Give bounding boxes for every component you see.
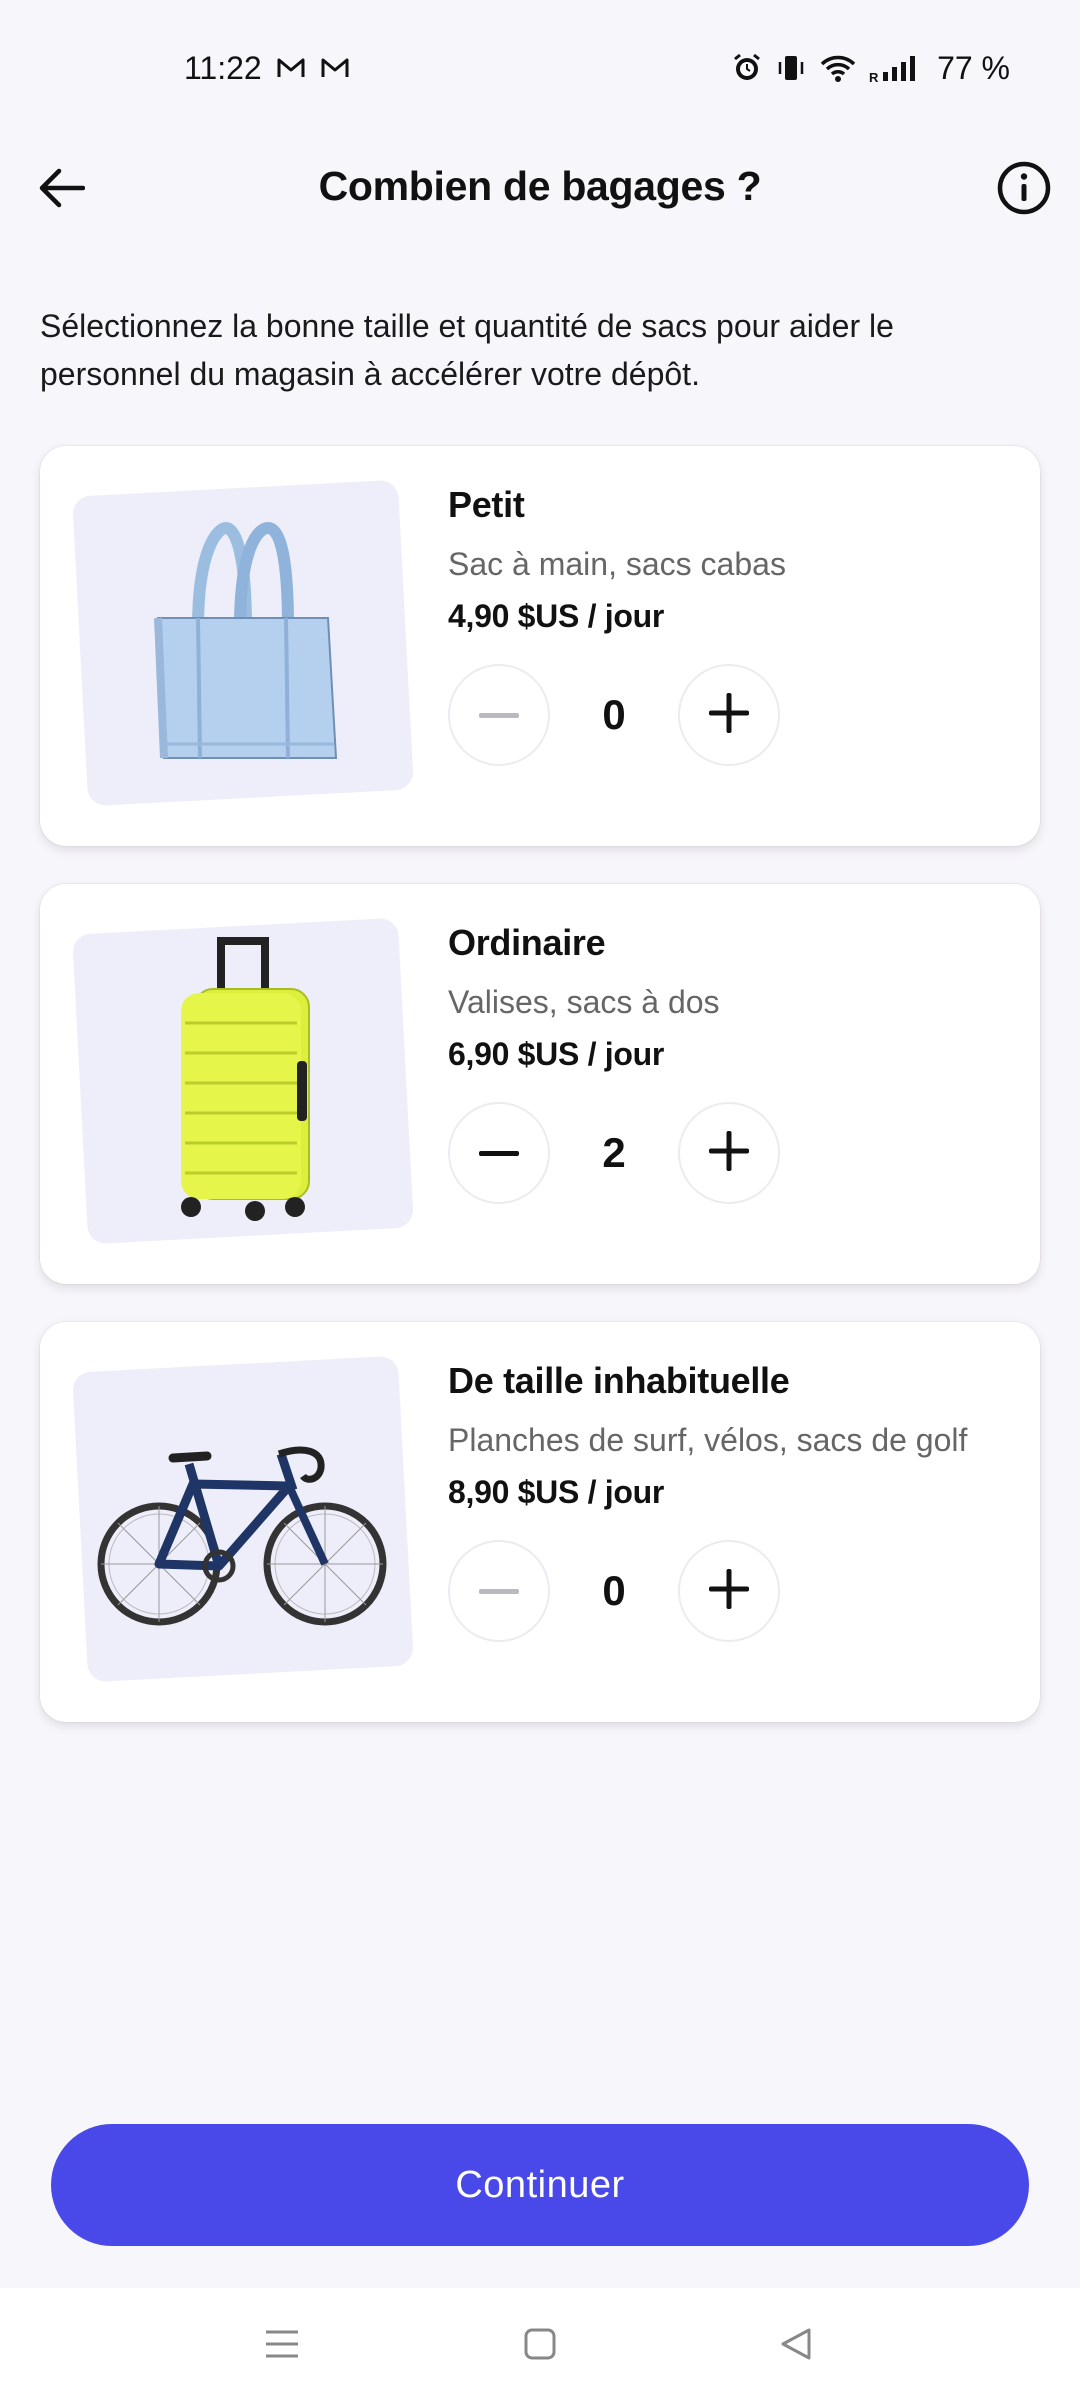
bicycle-image — [72, 1355, 414, 1683]
plus-icon — [709, 692, 749, 738]
luggage-title: De taille inhabituelle — [448, 1360, 790, 1401]
triangle-back-icon — [779, 2327, 813, 2366]
vibrate-icon — [775, 52, 807, 84]
page-title: Combien de bagages ? — [318, 162, 762, 209]
arrow-left-icon — [39, 168, 86, 213]
system-back-button[interactable] — [766, 2316, 826, 2376]
gmail-icon — [276, 56, 306, 80]
luggage-title: Petit — [448, 484, 525, 525]
info-icon — [997, 161, 1051, 220]
app-bar: Combien de bagages ? — [0, 136, 1080, 236]
quantity-value: 2 — [602, 1129, 626, 1176]
status-bar: 11:22 R 77 % — [0, 0, 1080, 136]
quantity-value: 0 — [602, 691, 626, 738]
luggage-title: Ordinaire — [448, 922, 606, 963]
plus-icon — [709, 1568, 749, 1614]
luggage-card-small: Petit Sac à main, sacs cabas 4,90 $US / … — [40, 446, 1040, 846]
quantity-stepper: 0 — [448, 664, 788, 768]
quantity-value: 0 — [602, 1567, 626, 1614]
square-icon — [523, 2327, 557, 2366]
tote-bag-image — [72, 479, 414, 807]
quantity-stepper: 2 — [448, 1102, 788, 1206]
home-button[interactable] — [510, 2316, 570, 2376]
decrease-button[interactable] — [448, 664, 550, 766]
luggage-description: Planches de surf, vélos, sacs de golf — [448, 1422, 968, 1458]
decrease-button[interactable] — [448, 1102, 550, 1204]
increase-button[interactable] — [678, 664, 780, 766]
minus-icon — [479, 1144, 519, 1162]
recent-apps-button[interactable] — [252, 2316, 312, 2376]
luggage-card-oversized: De taille inhabituelle Planches de surf,… — [40, 1322, 1040, 1722]
gmail-icon — [320, 56, 350, 80]
status-left: 11:22 — [184, 50, 350, 87]
minus-icon — [479, 706, 519, 724]
suitcase-image — [72, 917, 414, 1245]
system-nav-bar — [0, 2288, 1080, 2400]
quantity-stepper: 0 — [448, 1540, 788, 1644]
plus-icon — [709, 1130, 749, 1176]
luggage-price: 6,90 $US / jour — [448, 1036, 665, 1072]
alarm-icon — [731, 52, 763, 84]
luggage-price: 8,90 $US / jour — [448, 1474, 665, 1510]
minus-icon — [479, 1582, 519, 1600]
continue-button[interactable]: Continuer — [51, 2124, 1029, 2246]
menu-icon — [264, 2328, 300, 2365]
intro-text: Sélectionnez la bonne taille et quantité… — [40, 308, 894, 392]
decrease-button[interactable] — [448, 1540, 550, 1642]
battery-level: 77 % — [937, 49, 1010, 86]
bottom-action-area: Continuer — [0, 2076, 1080, 2288]
status-right: R 77 % — [731, 50, 1010, 87]
svg-text:R: R — [869, 70, 879, 84]
back-button[interactable] — [30, 158, 94, 222]
luggage-description: Sac à main, sacs cabas — [448, 546, 786, 582]
clock: 11:22 — [184, 49, 262, 86]
luggage-description: Valises, sacs à dos — [448, 984, 720, 1020]
signal-icon: R — [869, 52, 925, 84]
increase-button[interactable] — [678, 1540, 780, 1642]
luggage-card-regular: Ordinaire Valises, sacs à dos 6,90 $US /… — [40, 884, 1040, 1284]
luggage-price: 4,90 $US / jour — [448, 598, 665, 634]
increase-button[interactable] — [678, 1102, 780, 1204]
info-button[interactable] — [992, 158, 1056, 222]
wifi-icon — [819, 52, 857, 84]
